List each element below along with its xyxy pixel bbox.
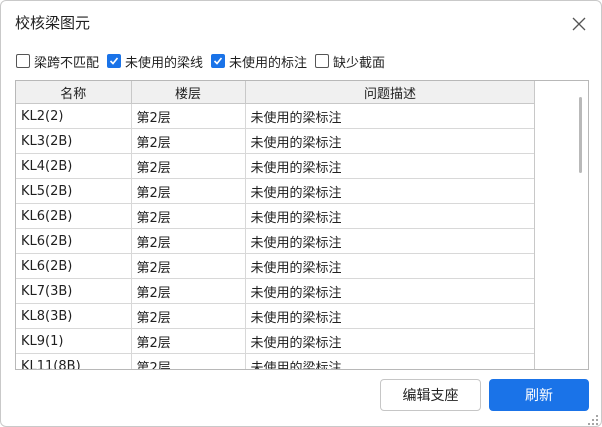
edit-support-button[interactable]: 编辑支座 [380, 379, 481, 411]
cell-floor: 第2层 [131, 253, 246, 279]
cell-name: KL4(2B) [16, 153, 132, 179]
column-header-floor[interactable]: 楼层 [131, 81, 246, 104]
filter-label: 未使用的梁线 [125, 55, 204, 71]
cell-description: 未使用的梁标注 [245, 328, 536, 354]
cell-name: KL2(2) [16, 103, 132, 129]
table-row[interactable]: KL3(2B) 第2层 未使用的梁标注 [16, 128, 536, 154]
cell-floor: 第2层 [131, 303, 246, 329]
cell-floor: 第2层 [131, 178, 246, 204]
table-row[interactable]: KL7(3B) 第2层 未使用的梁标注 [16, 278, 536, 304]
filter-missing-section[interactable]: 缺少截面 [315, 52, 385, 71]
cell-name: KL5(2B) [16, 178, 132, 204]
table-row[interactable]: KL2(2) 第2层 未使用的梁标注 [16, 103, 536, 129]
dialog-title: 校核梁图元 [15, 14, 91, 32]
cell-description: 未使用的梁标注 [245, 128, 536, 154]
check-beam-dialog: 校核梁图元 梁跨不匹配 未使用的梁线 未使用的标注 缺少截面 名称 楼层 问题描… [0, 0, 602, 427]
checkbox-icon[interactable] [107, 54, 122, 68]
cell-description: 未使用的梁标注 [245, 278, 536, 304]
filter-unused-beam-line[interactable]: 未使用的梁线 [107, 52, 203, 71]
table-row[interactable]: KL6(2B) 第2层 未使用的梁标注 [16, 228, 536, 254]
resize-grip-icon[interactable] [587, 411, 599, 425]
cell-floor: 第2层 [131, 353, 246, 369]
cell-description: 未使用的梁标注 [245, 103, 536, 129]
filter-label: 梁跨不匹配 [34, 55, 100, 71]
checkbox-icon[interactable] [315, 54, 330, 68]
cell-description: 未使用的梁标注 [245, 353, 536, 369]
cell-name: KL6(2B) [16, 203, 132, 229]
filter-label: 缺少截面 [333, 55, 386, 71]
table-header: 名称 楼层 问题描述 [16, 81, 536, 104]
cell-name: KL6(2B) [16, 253, 132, 279]
vertical-scrollbar[interactable] [534, 81, 588, 369]
refresh-button[interactable]: 刷新 [489, 379, 589, 411]
filter-label: 未使用的标注 [229, 55, 308, 71]
column-header-description[interactable]: 问题描述 [245, 81, 536, 104]
cell-floor: 第2层 [131, 228, 246, 254]
close-icon[interactable] [568, 13, 590, 35]
cell-description: 未使用的梁标注 [245, 178, 536, 204]
filter-bar: 梁跨不匹配 未使用的梁线 未使用的标注 缺少截面 [16, 50, 393, 72]
scrollbar-thumb[interactable] [579, 97, 582, 173]
cell-name: KL6(2B) [16, 228, 132, 254]
cell-description: 未使用的梁标注 [245, 203, 536, 229]
cell-floor: 第2层 [131, 278, 246, 304]
table-row[interactable]: KL4(2B) 第2层 未使用的梁标注 [16, 153, 536, 179]
table-row[interactable]: KL6(2B) 第2层 未使用的梁标注 [16, 203, 536, 229]
cell-name: KL9(1) [16, 328, 132, 354]
cell-description: 未使用的梁标注 [245, 303, 536, 329]
filter-unused-annotation[interactable]: 未使用的标注 [211, 52, 307, 71]
cell-floor: 第2层 [131, 328, 246, 354]
cell-name: KL7(3B) [16, 278, 132, 304]
table-row[interactable]: KL9(1) 第2层 未使用的梁标注 [16, 328, 536, 354]
table-row[interactable]: KL6(2B) 第2层 未使用的梁标注 [16, 253, 536, 279]
table-row[interactable]: KL5(2B) 第2层 未使用的梁标注 [16, 178, 536, 204]
cell-floor: 第2层 [131, 203, 246, 229]
table-row[interactable]: KL8(3B) 第2层 未使用的梁标注 [16, 303, 536, 329]
column-header-name[interactable]: 名称 [16, 81, 132, 104]
filter-span-mismatch[interactable]: 梁跨不匹配 [16, 52, 99, 71]
cell-description: 未使用的梁标注 [245, 228, 536, 254]
table-row[interactable]: KL11(8B) 第2层 未使用的梁标注 [16, 353, 536, 369]
cell-floor: 第2层 [131, 103, 246, 129]
cell-name: KL3(2B) [16, 128, 132, 154]
cell-name: KL11(8B) [16, 353, 132, 369]
problem-table: 名称 楼层 问题描述 KL2(2) 第2层 未使用的梁标注 KL3(2B) 第2层 未使用… [15, 80, 589, 370]
cell-description: 未使用的梁标注 [245, 153, 536, 179]
cell-name: KL8(3B) [16, 303, 132, 329]
cell-floor: 第2层 [131, 128, 246, 154]
cell-floor: 第2层 [131, 153, 246, 179]
cell-description: 未使用的梁标注 [245, 253, 536, 279]
checkbox-icon[interactable] [211, 54, 226, 68]
checkbox-icon[interactable] [16, 54, 30, 68]
